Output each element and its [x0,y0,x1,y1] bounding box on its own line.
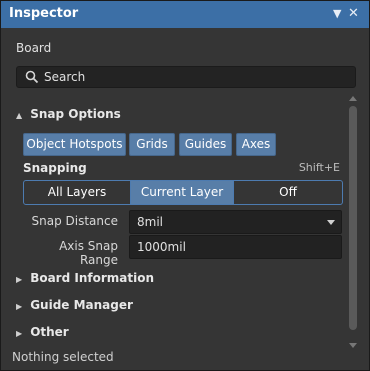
collapsed-triangle-icon: ▶ [16,275,23,284]
axis-snap-range-value: 1000mil [137,240,186,254]
search-icon [25,70,39,84]
search-input[interactable]: Search [16,66,356,88]
chip-object-hotspots[interactable]: Object Hotspots [23,133,126,156]
section-guide-manager[interactable]: ▶ Guide Manager [16,298,133,312]
scroll-up-icon[interactable] [349,96,357,101]
section-label: Other [30,325,69,339]
vertical-scrollbar[interactable] [348,96,358,348]
chip-grids[interactable]: Grids [129,133,175,156]
axis-snap-range-label: Axis Snap Range [59,239,118,267]
snapping-shortcut: Shift+E [298,161,340,174]
inspector-panel: Inspector ▼ ✕ Board Search ▲ Snap Option… [0,0,370,371]
scroll-down-icon[interactable] [349,343,357,348]
snap-options-header[interactable]: ▲ Snap Options [16,107,121,121]
section-board-information[interactable]: ▶ Board Information [16,271,154,285]
section-label: Board Information [30,271,154,285]
dropdown-arrow-icon[interactable]: ▼ [333,7,341,20]
axis-snap-range-field[interactable]: 1000mil [129,235,342,259]
expanded-triangle-icon: ▲ [16,111,23,120]
segment-all-layers[interactable]: All Layers [24,181,131,204]
section-other[interactable]: ▶ Other [16,325,69,339]
section-label: Guide Manager [30,298,133,312]
scrollbar-thumb[interactable] [349,106,357,330]
chevron-down-icon [327,220,335,225]
snap-distance-value: 8mil [137,215,163,229]
close-icon[interactable]: ✕ [348,6,359,21]
search-placeholder: Search [44,70,86,84]
collapsed-triangle-icon: ▶ [16,302,23,311]
chip-guides[interactable]: Guides [179,133,232,156]
chip-axes[interactable]: Axes [236,133,276,156]
segment-off[interactable]: Off [234,181,342,204]
snapping-segmented-control: All Layers Current Layer Off [23,180,343,205]
collapsed-triangle-icon: ▶ [16,329,23,338]
board-label: Board [16,41,52,55]
snap-options-title: Snap Options [30,107,121,121]
snapping-label: Snapping [23,161,87,175]
segment-current-layer[interactable]: Current Layer [131,181,234,204]
status-text: Nothing selected [12,350,114,364]
panel-title: Inspector [9,6,79,21]
snap-distance-label: Snap Distance [31,214,118,228]
snap-distance-dropdown[interactable]: 8mil [129,210,342,234]
title-bar[interactable]: Inspector ▼ ✕ [1,1,369,28]
